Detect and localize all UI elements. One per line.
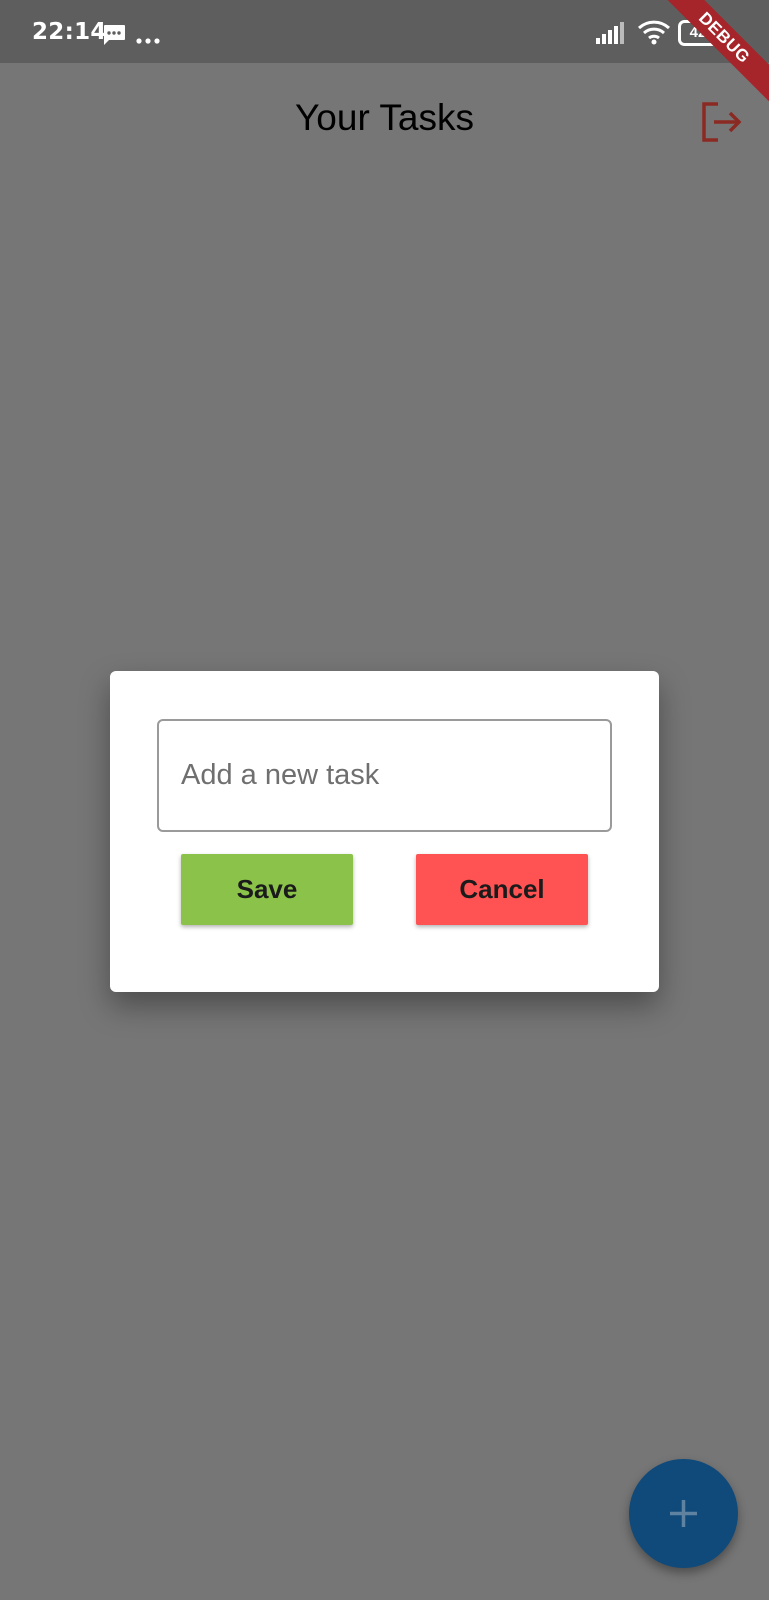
status-time: 22:14 (32, 19, 107, 45)
wifi-icon (637, 20, 671, 51)
more-dots-icon (136, 31, 160, 49)
battery-level: 42 (689, 24, 707, 41)
signal-icon (596, 22, 628, 49)
status-bar: 22:14 42 (0, 0, 769, 63)
logout-icon (702, 102, 742, 142)
plus-icon (670, 1500, 697, 1527)
add-task-dialog: Save Cancel (110, 671, 659, 992)
app-bar: Your Tasks (0, 63, 769, 175)
page-title: Your Tasks (295, 97, 474, 138)
add-task-fab[interactable] (629, 1459, 738, 1568)
task-input[interactable] (157, 719, 612, 832)
cancel-button[interactable]: Cancel (416, 854, 588, 925)
logout-button[interactable] (696, 98, 744, 146)
save-button[interactable]: Save (181, 854, 353, 925)
message-icon (102, 24, 126, 51)
